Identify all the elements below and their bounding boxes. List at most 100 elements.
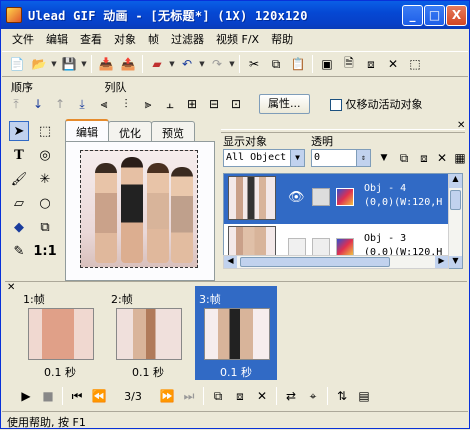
open-folder-icon[interactable]: 📂 <box>29 54 49 74</box>
paste-icon[interactable]: 📋 <box>288 54 308 74</box>
menu-file[interactable]: 文件 <box>6 31 40 47</box>
reverse-frames-icon[interactable]: ⇅ <box>332 386 352 406</box>
frame-thumbnail-1[interactable]: 1:帧 0.1 秒 <box>19 286 101 380</box>
copy-icon[interactable]: ⧉ <box>266 54 286 74</box>
color-palette-icon[interactable]: ▰ <box>147 54 167 74</box>
menu-view[interactable]: 查看 <box>74 31 108 47</box>
align-center-icon[interactable]: ⫶ <box>116 94 136 114</box>
add-frame-icon[interactable]: ⧉ <box>208 386 228 406</box>
scroll-left-icon[interactable]: ◀ <box>224 256 237 268</box>
transform-tool-icon[interactable]: ⧉ <box>35 217 55 237</box>
chevron-down-icon[interactable]: ▼ <box>290 150 304 166</box>
export-icon[interactable]: 📤 <box>118 54 138 74</box>
spinner-arrows-icon[interactable]: ⇕ <box>356 150 370 166</box>
frame-properties-icon[interactable]: ▤ <box>354 386 374 406</box>
menu-video-fx[interactable]: 视频 F/X <box>210 31 265 47</box>
object-manager-icon[interactable]: 🗎 <box>339 54 359 74</box>
menu-frame[interactable]: 帧 <box>142 31 165 47</box>
brush-tool-icon[interactable]: 🖌 <box>9 169 29 189</box>
undo-dropdown-icon[interactable]: ▼ <box>198 60 206 68</box>
center-vertical-icon[interactable]: ⊟ <box>204 94 224 114</box>
visibility-toggle[interactable] <box>288 238 306 256</box>
display-objects-select[interactable]: All Object ▼ <box>223 149 305 167</box>
palette-dropdown-icon[interactable]: ▼ <box>168 60 176 68</box>
object-list-hscrollbar[interactable]: ◀ ▶ <box>223 255 449 269</box>
bring-forward-icon[interactable]: ↑ <box>50 94 70 114</box>
hscroll-thumb[interactable] <box>240 257 390 267</box>
bring-to-front-icon[interactable]: ⤒ <box>6 94 26 114</box>
undo-icon[interactable]: ↶ <box>177 54 197 74</box>
menu-help[interactable]: 帮助 <box>265 31 299 47</box>
redo-icon[interactable]: ↷ <box>207 54 227 74</box>
menu-object[interactable]: 对象 <box>108 31 142 47</box>
center-horizontal-icon[interactable]: ⊞ <box>182 94 202 114</box>
next-frame-icon[interactable]: ⏩ <box>157 386 177 406</box>
scroll-thumb[interactable] <box>450 190 461 210</box>
text-tool-icon[interactable]: T <box>9 145 29 165</box>
layers-icon[interactable]: ⬚ <box>405 54 425 74</box>
maximize-button[interactable]: □ <box>424 5 445 26</box>
scroll-up-icon[interactable]: ▲ <box>449 174 462 188</box>
properties-button[interactable]: 属性... <box>259 94 310 114</box>
first-frame-icon[interactable]: ⏮ <box>67 386 87 406</box>
move-active-only-option[interactable]: 仅移动活动对象 <box>329 96 423 112</box>
save-icon[interactable]: 💾 <box>59 54 79 74</box>
menu-edit[interactable]: 编辑 <box>40 31 74 47</box>
marquee-tool-icon[interactable]: ⬚ <box>35 121 55 141</box>
redo-dropdown-icon[interactable]: ▼ <box>228 60 236 68</box>
frame-view-icon[interactable]: ▣ <box>317 54 337 74</box>
fill-tool-icon[interactable]: ◆ <box>9 217 29 237</box>
play-icon[interactable]: ▶ <box>16 386 36 406</box>
align-bottom-icon[interactable]: ⫠ <box>160 94 180 114</box>
previous-frame-icon[interactable]: ⏪ <box>89 386 109 406</box>
align-right-icon[interactable]: ⫸ <box>138 94 158 114</box>
save-dropdown-icon[interactable]: ▼ <box>80 60 88 68</box>
opacity-dropdown-icon[interactable]: ▼ <box>374 148 394 168</box>
lock-toggle[interactable] <box>312 238 330 256</box>
scroll-down-icon[interactable]: ▼ <box>449 256 462 268</box>
frame-thumbnail-2[interactable]: 2:帧 0.1 秒 <box>107 286 189 380</box>
lock-toggle[interactable] <box>312 188 330 206</box>
ellipse-tool-icon[interactable]: ○ <box>35 193 55 213</box>
object-properties-icon[interactable]: ▦ <box>450 148 470 168</box>
stop-icon[interactable]: ■ <box>38 386 58 406</box>
banner-text-icon[interactable]: ⌖ <box>303 386 323 406</box>
import-icon[interactable]: 📥 <box>96 54 116 74</box>
close-button[interactable]: X <box>446 5 467 26</box>
tab-edit[interactable]: 编辑 <box>65 119 109 141</box>
send-to-back-icon[interactable]: ⤓ <box>72 94 92 114</box>
tab-optimize[interactable]: 优化 <box>108 121 152 141</box>
duplicate-frame-icon[interactable]: ⧈ <box>230 386 250 406</box>
cut-icon[interactable]: ✂ <box>244 54 264 74</box>
pointer-tool-icon[interactable]: ➤ <box>9 121 29 141</box>
magic-wand-tool-icon[interactable]: ✳ <box>35 169 55 189</box>
eraser-tool-icon[interactable]: ▱ <box>9 193 29 213</box>
image-canvas[interactable] <box>80 150 198 268</box>
frame-panel-close-icon[interactable]: ✕ <box>7 282 15 293</box>
align-left-icon[interactable]: ⫷ <box>94 94 114 114</box>
object-row[interactable]: 👁 Obj - 4 (0,0)(W:120,H <box>224 174 450 224</box>
opacity-spinner[interactable]: 0 ⇕ <box>311 149 371 167</box>
minimize-button[interactable]: _ <box>402 5 423 26</box>
zoom-actual-size-icon[interactable]: 1:1 <box>33 241 56 261</box>
object-list-scrollbar[interactable]: ▲ ▼ <box>448 174 462 268</box>
scroll-right-icon[interactable]: ▶ <box>435 256 448 268</box>
send-backward-icon[interactable]: ↓ <box>28 94 48 114</box>
delete-object-icon[interactable]: ✕ <box>432 148 452 168</box>
eyedropper-tool-icon[interactable]: ✎ <box>9 241 29 261</box>
tween-icon[interactable]: ⇄ <box>281 386 301 406</box>
menu-filter[interactable]: 过滤器 <box>165 31 210 47</box>
lasso-tool-icon[interactable]: ◎ <box>35 145 55 165</box>
new-file-icon[interactable]: 📄 <box>7 54 27 74</box>
tab-preview[interactable]: 预览 <box>151 121 195 141</box>
delete-frame-icon[interactable]: ✕ <box>252 386 272 406</box>
visibility-eye-icon[interactable]: 👁 <box>288 190 305 205</box>
last-frame-icon[interactable]: ⏭ <box>179 386 199 406</box>
crop-icon[interactable]: ⧈ <box>361 54 381 74</box>
frame-thumbnail-3[interactable]: 3:帧 0.1 秒 <box>195 286 277 380</box>
open-dropdown-icon[interactable]: ▼ <box>50 60 58 68</box>
center-both-icon[interactable]: ⊡ <box>226 94 246 114</box>
panel-close-icon[interactable]: ✕ <box>457 120 465 131</box>
move-active-only-checkbox[interactable] <box>329 99 342 111</box>
duplicate-object-icon[interactable]: ⧈ <box>414 148 434 168</box>
